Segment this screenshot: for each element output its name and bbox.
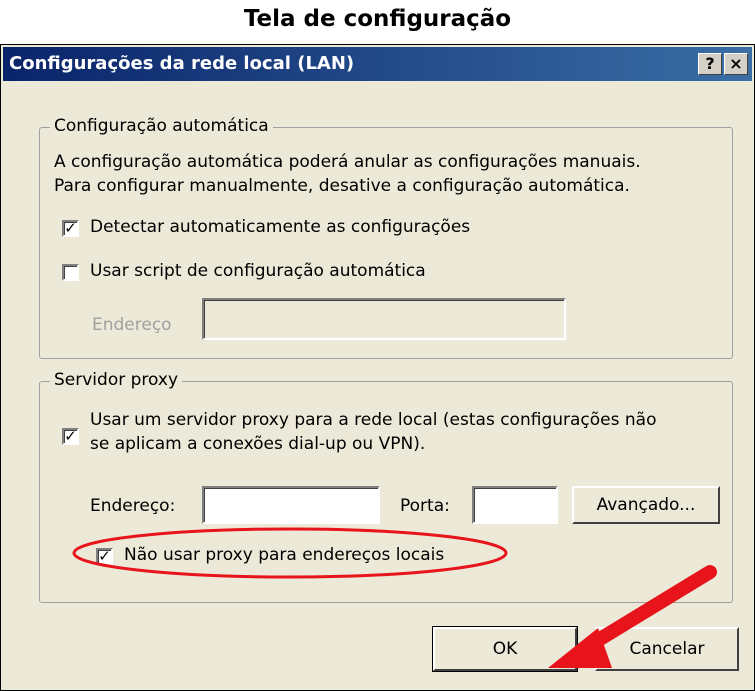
help-button[interactable]: ? (698, 53, 722, 75)
use-proxy-label-1[interactable]: Usar um servidor proxy para a rede local… (90, 410, 656, 430)
auto-config-group: Configuração automática A configuração a… (39, 116, 733, 359)
dialog-title: Configurações da rede local (LAN) (9, 53, 355, 74)
title-bar[interactable]: Configurações da rede local (LAN) ? × (3, 47, 752, 81)
cancel-button[interactable]: Cancelar (595, 627, 739, 671)
proxy-legend: Servidor proxy (50, 370, 183, 390)
use-script-label[interactable]: Usar script de configuração automática (90, 261, 426, 281)
auto-config-legend: Configuração automática (50, 116, 273, 136)
detect-settings-label[interactable]: Detectar automaticamente as configuraçõe… (90, 217, 470, 237)
proxy-port-input[interactable] (472, 486, 558, 524)
script-address-label: Endereço (92, 315, 172, 335)
auto-config-description-2: Para configurar manualmente, desative a … (54, 176, 630, 196)
auto-config-description-1: A configuração automática poderá anular … (54, 152, 641, 172)
detect-settings-checkbox[interactable]: ✓ (62, 220, 79, 237)
advanced-button[interactable]: Avançado... (572, 486, 720, 524)
proxy-server-group: Servidor proxy ✓ Usar um servidor proxy … (39, 370, 733, 603)
page-caption: Tela de configuração (243, 6, 512, 32)
lan-settings-dialog: Configurações da rede local (LAN) ? × Co… (0, 44, 755, 691)
proxy-address-label: Endereço: (90, 496, 176, 516)
proxy-port-label: Porta: (400, 496, 450, 516)
proxy-address-input[interactable] (202, 486, 380, 524)
bypass-local-label[interactable]: Não usar proxy para endereços locais (124, 545, 444, 565)
close-button[interactable]: × (724, 53, 748, 75)
use-proxy-checkbox[interactable]: ✓ (62, 428, 79, 445)
use-script-checkbox[interactable] (62, 264, 79, 281)
script-address-input (202, 298, 566, 340)
use-proxy-label-2[interactable]: se aplicam a conexões dial-up ou VPN). (90, 434, 425, 454)
bypass-local-checkbox[interactable]: ✓ (96, 548, 113, 565)
ok-button[interactable]: OK (432, 626, 578, 672)
